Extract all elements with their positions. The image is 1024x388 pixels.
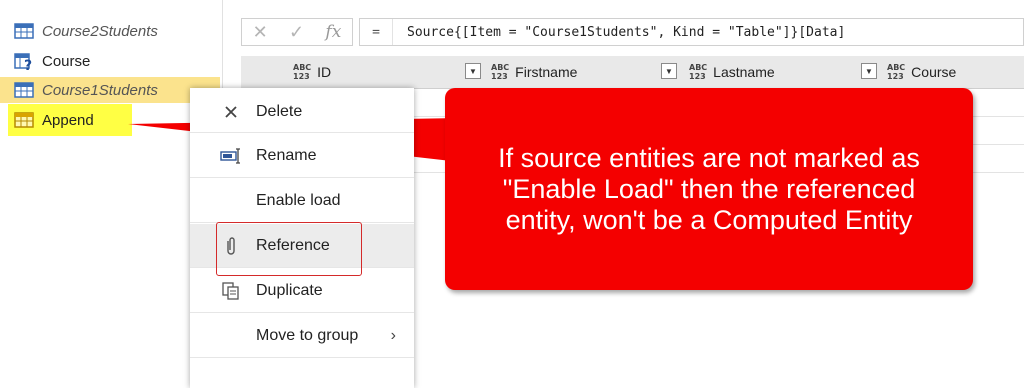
rename-icon <box>220 146 242 166</box>
callout-box: If source entities are not marked as "En… <box>445 88 973 290</box>
delete-x-icon <box>220 102 242 122</box>
menu-item-move-to-group[interactable]: Move to group › <box>190 314 414 358</box>
menu-separator <box>190 132 414 133</box>
menu-separator <box>190 177 414 178</box>
menu-item-label: Delete <box>256 103 303 120</box>
menu-item-label: Enable load <box>256 192 341 209</box>
menu-item-label: Rename <box>256 147 317 164</box>
menu-item-enable-load[interactable]: Enable load <box>190 179 414 223</box>
menu-item-rename[interactable]: Rename <box>190 134 414 178</box>
menu-item-label: Move to group <box>256 327 359 344</box>
menu-separator <box>190 357 414 358</box>
callout-text: If source entities are not marked as "En… <box>498 142 920 235</box>
menu-item-label: Duplicate <box>256 282 323 299</box>
duplicate-icon <box>220 281 242 301</box>
menu-item-delete[interactable]: Delete <box>190 90 414 134</box>
chevron-right-icon: › <box>390 327 396 344</box>
menu-separator <box>190 312 414 313</box>
reference-highlight-box <box>216 222 362 276</box>
